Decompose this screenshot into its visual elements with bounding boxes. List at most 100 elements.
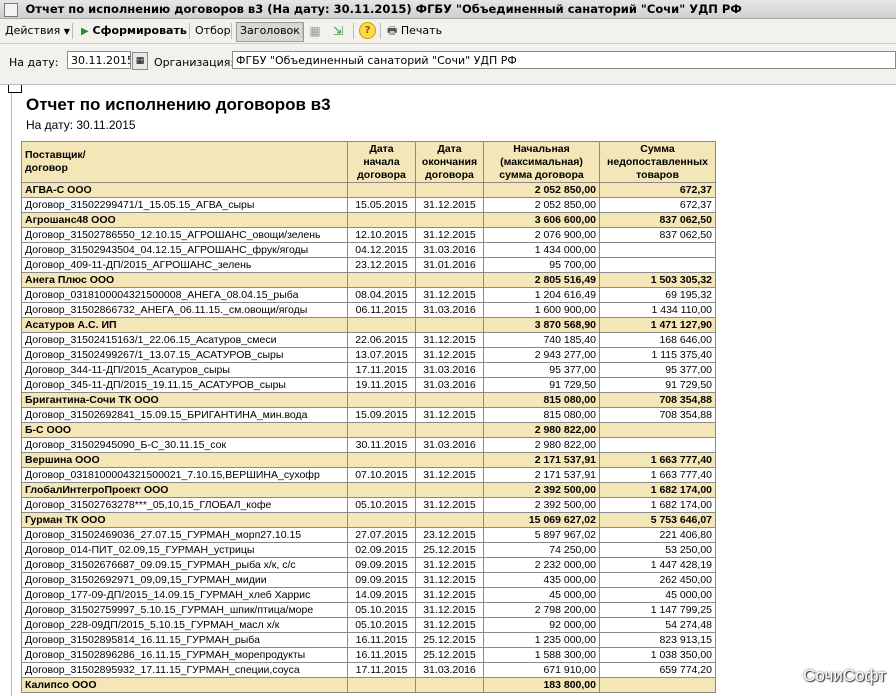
window-titlebar: Отчет по исполнению договоров в3 (На дат… bbox=[0, 0, 896, 19]
selection-label: Отбор bbox=[195, 24, 231, 37]
supplier-group-row[interactable]: ГлобалИнтегроПроект ООО 2 392 500,00 1 682… bbox=[21, 482, 716, 498]
undelivered-sum-cell: 708 354,88 bbox=[599, 407, 716, 423]
toolbar-separator bbox=[231, 23, 232, 39]
save-settings-icon[interactable]: ▦ bbox=[307, 23, 323, 39]
initial-sum-cell: 3 606 600,00 bbox=[483, 212, 600, 228]
contract-row[interactable]: Договор_31502786550_12.10.15_АГРОШАНС_ов… bbox=[21, 227, 716, 243]
undelivered-sum-cell bbox=[599, 242, 716, 258]
end-date-cell: 25.12.2015 bbox=[415, 647, 484, 663]
end-date-cell bbox=[415, 512, 484, 528]
undelivered-sum-cell: 45 000,00 bbox=[599, 587, 716, 603]
contract-row[interactable]: Договор_31502692971_09,09,15_ГУРМАН_миди… bbox=[21, 572, 716, 588]
supplier-cell: Договор_31502499267/1_13.07.15_АСАТУРОВ_… bbox=[21, 347, 348, 363]
supplier-cell: Договор_31502692971_09,09,15_ГУРМАН_миди… bbox=[21, 572, 348, 588]
contract-row[interactable]: Договор_31502499267/1_13.07.15_АСАТУРОВ_… bbox=[21, 347, 716, 363]
start-date-cell bbox=[347, 212, 416, 228]
contract-row[interactable]: Договор_344-11-ДП/2015_Асатуров_сыры 17.1… bbox=[21, 362, 716, 378]
supplier-group-row[interactable]: Агрошанс48 ООО 3 606 600,00 837 062,50 bbox=[21, 212, 716, 228]
contract-row[interactable]: Договор_31502943504_04.12.15_АГРОШАНС_фр… bbox=[21, 242, 716, 258]
end-date-cell: 31.12.2015 bbox=[415, 557, 484, 573]
supplier-cell: АГВА-С ООО bbox=[21, 182, 348, 198]
undelivered-sum-cell: 837 062,50 bbox=[599, 212, 716, 228]
initial-sum-cell: 3 870 568,90 bbox=[483, 317, 600, 333]
supplier-group-row[interactable]: Асатуров А.С. ИП 3 870 568,90 1 471 127,90 bbox=[21, 317, 716, 333]
play-icon: ▶ bbox=[81, 26, 89, 37]
undelivered-sum-cell: 69 195,32 bbox=[599, 287, 716, 303]
end-date-cell bbox=[415, 182, 484, 198]
end-date-cell bbox=[415, 317, 484, 333]
contract-row[interactable]: Договор_31502759997_5.10.15_ГУРМАН_шпик/… bbox=[21, 602, 716, 618]
initial-sum-cell: 2 980 822,00 bbox=[483, 422, 600, 438]
end-date-cell: 31.12.2015 bbox=[415, 497, 484, 513]
start-date-cell bbox=[347, 317, 416, 333]
undelivered-sum-cell: 659 774,20 bbox=[599, 662, 716, 678]
start-date-cell: 05.10.2015 bbox=[347, 617, 416, 633]
print-button[interactable]: 🖶 Печать bbox=[384, 22, 445, 40]
end-date-cell: 31.12.2015 bbox=[415, 617, 484, 633]
end-date-cell bbox=[415, 392, 484, 408]
help-icon[interactable]: ? bbox=[359, 22, 376, 39]
end-date-cell bbox=[415, 482, 484, 498]
initial-sum-cell: 5 897 967,02 bbox=[483, 527, 600, 543]
contract-row[interactable]: Договор_228-09ДП/2015_5.10.15_ГУРМАН_мас… bbox=[21, 617, 716, 633]
actions-menu-label: Действия bbox=[5, 24, 61, 37]
contract-row[interactable]: Договор_0318100004321500008_АНЕГА_08.04.… bbox=[21, 287, 716, 303]
generate-button[interactable]: ▶ Сформировать bbox=[78, 22, 190, 40]
restore-settings-icon[interactable]: ⇲ bbox=[330, 23, 346, 39]
start-date-cell bbox=[347, 452, 416, 468]
start-date-cell bbox=[347, 392, 416, 408]
organization-field[interactable]: ФГБУ "Объединенный санаторий "Сочи" УДП … bbox=[232, 51, 896, 69]
header-toggle-button[interactable]: Заголовок bbox=[236, 22, 304, 42]
end-date-cell: 31.03.2016 bbox=[415, 662, 484, 678]
end-date-cell: 31.03.2016 bbox=[415, 302, 484, 318]
supplier-group-row[interactable]: Вершина ООО 2 171 537,91 1 663 777,40 bbox=[21, 452, 716, 468]
undelivered-sum-cell: 1 682 174,00 bbox=[599, 482, 716, 498]
contract-row[interactable]: Договор_0318100004321500021_7.10.15,ВЕРШ… bbox=[21, 467, 716, 483]
supplier-group-row[interactable]: Гурман ТК ООО 15 069 627,02 5 753 646,07 bbox=[21, 512, 716, 528]
contract-row[interactable]: Договор_345-11-ДП/2015_19.11.15_АСАТУРОВ… bbox=[21, 377, 716, 393]
col-start-date: Дата начала договора bbox=[347, 141, 416, 183]
contract-row[interactable]: Договор_409-11-ДП/2015_АГРОШАНС_зелень 23… bbox=[21, 257, 716, 273]
contract-row[interactable]: Договор_31502415163/1_22.06.15_Асатуров_… bbox=[21, 332, 716, 348]
initial-sum-cell: 1 235 000,00 bbox=[483, 632, 600, 648]
contract-row[interactable]: Договор_31502692841_15.09.15_БРИГАНТИНА_… bbox=[21, 407, 716, 423]
contract-row[interactable]: Договор_31502945090_Б-С_30.11.15_сок 30.1… bbox=[21, 437, 716, 453]
end-date-cell bbox=[415, 422, 484, 438]
undelivered-sum-cell: 672,37 bbox=[599, 182, 716, 198]
supplier-group-row[interactable]: АГВА-С ООО 2 052 850,00 672,37 bbox=[21, 182, 716, 198]
undelivered-sum-cell: 1 147 799,25 bbox=[599, 602, 716, 618]
start-date-cell: 05.10.2015 bbox=[347, 497, 416, 513]
contract-row[interactable]: Договор_31502763278***_05,10,15_ГЛОБАЛ_к… bbox=[21, 497, 716, 513]
date-field[interactable]: 30.11.2015 bbox=[67, 51, 131, 69]
contract-row[interactable]: Договор_31502895814_16.11.15_ГУРМАН_рыба… bbox=[21, 632, 716, 648]
supplier-cell: Договор_31502896286_16.11.15_ГУРМАН_море… bbox=[21, 647, 348, 663]
contract-row[interactable]: Договор_31502895932_17.11.15_ГУРМАН_спец… bbox=[21, 662, 716, 678]
calendar-icon[interactable]: ▦ bbox=[132, 52, 148, 70]
contract-row[interactable]: Договор_177-09-ДП/2015_14.09.15_ГУРМАН_х… bbox=[21, 587, 716, 603]
contract-row[interactable]: Договор_31502469036_27.07.15_ГУРМАН_морп… bbox=[21, 527, 716, 543]
selection-button[interactable]: Отбор bbox=[192, 22, 234, 40]
supplier-group-row[interactable]: Б-С ООО 2 980 822,00 bbox=[21, 422, 716, 438]
end-date-cell: 31.12.2015 bbox=[415, 197, 484, 213]
supplier-cell: Договор_014-ПИТ_02.09,15_ГУРМАН_устрицы bbox=[21, 542, 348, 558]
report-spreadsheet[interactable]: Отчет по исполнению договоров в3 На дату… bbox=[0, 85, 896, 696]
contract-row[interactable]: Договор_31502676687_09.09.15_ГУРМАН_рыба… bbox=[21, 557, 716, 573]
initial-sum-cell: 815 080,00 bbox=[483, 407, 600, 423]
end-date-cell: 23.12.2015 bbox=[415, 527, 484, 543]
start-date-cell bbox=[347, 272, 416, 288]
start-date-cell: 02.09.2015 bbox=[347, 542, 416, 558]
actions-menu-button[interactable]: Действия ▼ bbox=[2, 22, 73, 40]
supplier-group-row[interactable]: Бригантина-Сочи ТК ООО 815 080,00 708 354,… bbox=[21, 392, 716, 408]
supplier-group-row[interactable]: Калипсо ООО 183 800,00 bbox=[21, 677, 716, 693]
supplier-group-row[interactable]: Анега Плюс ООО 2 805 516,49 1 503 305,32 bbox=[21, 272, 716, 288]
contract-row[interactable]: Договор_014-ПИТ_02.09,15_ГУРМАН_устрицы 0… bbox=[21, 542, 716, 558]
contract-row[interactable]: Договор_31502866732_АНЕГА_06.11.15._см.о… bbox=[21, 302, 716, 318]
contract-row[interactable]: Договор_31502299471/1_15.05.15_АГВА_сыры… bbox=[21, 197, 716, 213]
undelivered-sum-cell: 1 115 375,40 bbox=[599, 347, 716, 363]
toolbar-separator bbox=[380, 23, 381, 39]
supplier-cell: Договор_228-09ДП/2015_5.10.15_ГУРМАН_мас… bbox=[21, 617, 348, 633]
end-date-cell: 31.12.2015 bbox=[415, 407, 484, 423]
undelivered-sum-cell: 1 038 350,00 bbox=[599, 647, 716, 663]
start-date-cell: 23.12.2015 bbox=[347, 257, 416, 273]
contract-row[interactable]: Договор_31502896286_16.11.15_ГУРМАН_море… bbox=[21, 647, 716, 663]
